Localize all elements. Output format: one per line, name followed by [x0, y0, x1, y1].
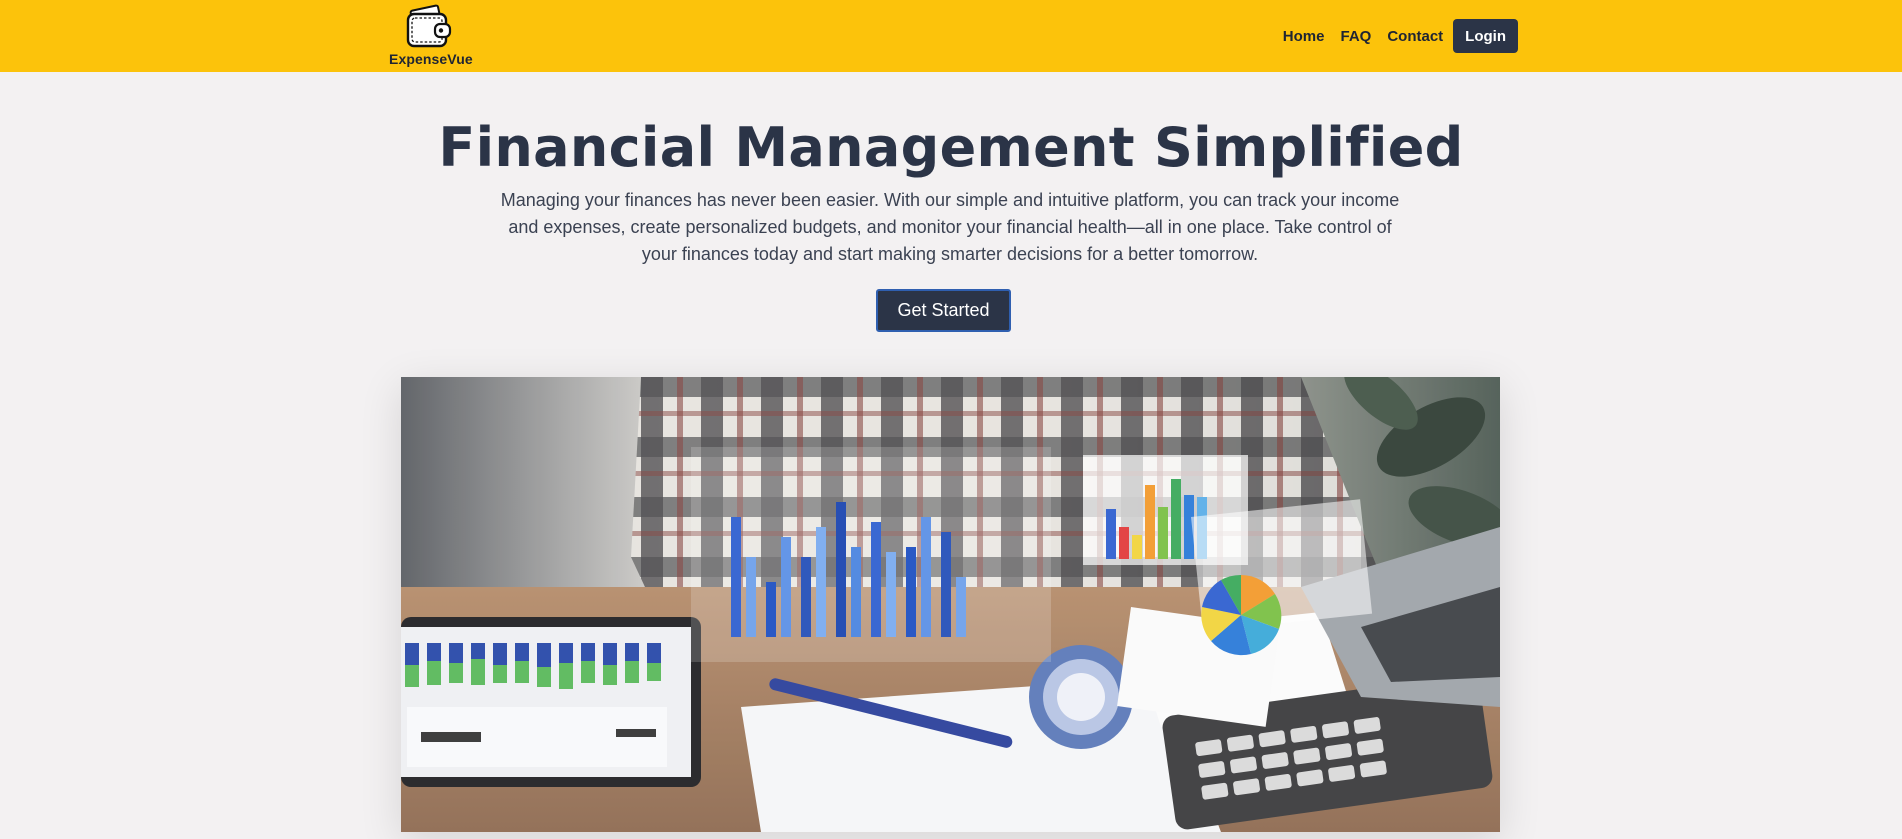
nav-home-link[interactable]: Home — [1275, 28, 1333, 45]
brand-logo[interactable]: ExpenseVue — [389, 4, 473, 68]
brand-name: ExpenseVue — [389, 51, 473, 67]
login-button[interactable]: Login — [1453, 19, 1518, 53]
wallet-icon — [406, 4, 452, 48]
get-started-button[interactable]: Get Started — [876, 289, 1011, 332]
main-nav: Home FAQ Contact Login — [1275, 19, 1518, 53]
nav-faq-link[interactable]: FAQ — [1332, 28, 1379, 45]
financial-analysis-illustration — [401, 377, 1500, 832]
hero-image — [401, 377, 1500, 832]
hero-title: Financial Management Simplified — [438, 116, 1464, 179]
site-header: ExpenseVue Home FAQ Contact Login — [0, 0, 1902, 72]
nav-contact-link[interactable]: Contact — [1379, 28, 1451, 45]
hero-description: Managing your finances has never been ea… — [500, 190, 1400, 264]
